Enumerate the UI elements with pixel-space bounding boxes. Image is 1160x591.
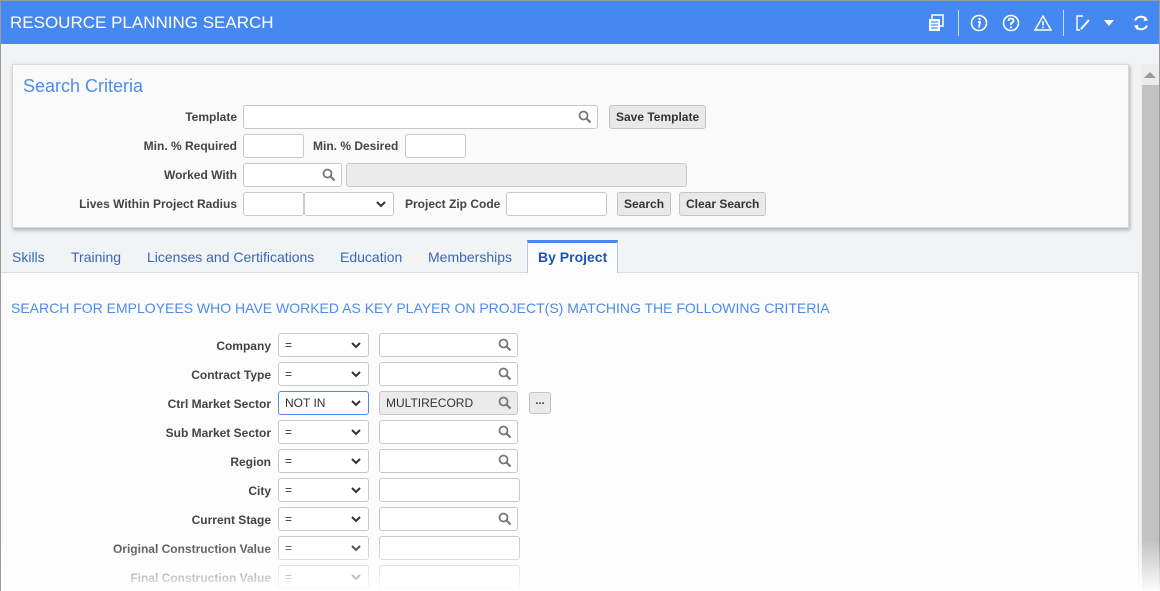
zip-code-label: Project Zip Code [405, 197, 501, 211]
final-construction-value-value-input[interactable] [379, 565, 520, 589]
min-desired-input[interactable] [405, 134, 466, 158]
by-project-panel: SEARCH FOR EMPLOYEES WHO HAVE WORKED AS … [1, 273, 1139, 591]
scroll-thumb[interactable] [1142, 85, 1159, 591]
tab-memberships[interactable]: Memberships [428, 249, 512, 265]
company-value-input[interactable] [379, 333, 518, 357]
dropdown-arrow-icon[interactable] [1099, 13, 1119, 33]
region-label: Region [230, 455, 271, 469]
contract-type-label: Contract Type [191, 368, 271, 382]
zip-code-input[interactable] [506, 192, 607, 216]
city-label: City [248, 484, 271, 498]
template-label: Template [185, 110, 237, 124]
radius-input[interactable] [243, 192, 304, 216]
chevron-down-icon [351, 371, 361, 378]
report-icon[interactable] [926, 13, 946, 33]
final-construction-value-operator-select[interactable]: = [278, 565, 369, 589]
original-construction-value-label: Original Construction Value [112, 542, 271, 556]
min-required-label: Min. % Required [143, 139, 237, 153]
toolbar-divider [958, 10, 959, 36]
edit-note-icon[interactable] [1073, 13, 1093, 33]
info-icon[interactable] [969, 13, 989, 33]
tab-training[interactable]: Training [71, 249, 121, 265]
worked-with-description [346, 163, 687, 187]
worked-with-label: Worked With [163, 168, 237, 182]
contract-type-value-input[interactable] [379, 362, 518, 386]
scroll-up-arrow-icon[interactable] [1144, 72, 1156, 78]
radius-unit-select[interactable] [304, 192, 394, 216]
tab-education[interactable]: Education [340, 249, 402, 265]
search-criteria-title: Search Criteria [23, 76, 144, 96]
vertical-scrollbar[interactable] [1141, 64, 1159, 591]
refresh-icon[interactable] [1131, 13, 1151, 33]
chevron-down-icon [351, 545, 361, 552]
search-icon[interactable] [498, 512, 512, 526]
chevron-down-icon [351, 458, 361, 465]
worked-with-input[interactable] [243, 163, 342, 187]
search-icon[interactable] [498, 338, 512, 352]
current-stage-value-input[interactable] [379, 507, 518, 531]
min-required-input[interactable] [243, 134, 304, 158]
region-value-input[interactable] [379, 449, 518, 473]
current-stage-label: Current Stage [191, 513, 271, 527]
sub-market-sector-operator-select[interactable]: = [278, 420, 369, 444]
chevron-down-icon [351, 574, 361, 581]
search-criteria-panel: Search Criteria Template Save Template M… [12, 64, 1129, 228]
ctrl-market-sector-operator-select[interactable]: NOT IN [278, 391, 369, 415]
search-icon[interactable] [498, 396, 512, 410]
search-button[interactable]: Search [617, 192, 672, 216]
final-construction-value-label: Final Construction Value [130, 571, 271, 585]
company-operator-select[interactable]: = [278, 333, 369, 357]
radius-label: Lives Within Project Radius [79, 197, 237, 211]
original-construction-value-operator-select[interactable]: = [278, 536, 369, 560]
save-template-button[interactable]: Save Template [609, 105, 707, 129]
search-icon[interactable] [498, 454, 512, 468]
template-input[interactable] [243, 105, 598, 129]
toolbar-divider [1063, 10, 1064, 36]
warning-icon[interactable] [1033, 13, 1053, 33]
search-icon[interactable] [498, 425, 512, 439]
chevron-down-icon [351, 516, 361, 523]
chevron-down-icon [351, 429, 361, 436]
region-operator-select[interactable]: = [278, 449, 369, 473]
original-construction-value-value-input[interactable] [379, 536, 520, 560]
sub-market-sector-value-input[interactable] [379, 420, 518, 444]
tab-bar: Skills Training Licenses and Certificati… [1, 240, 1139, 273]
ctrl-market-sector-label: Ctrl Market Sector [167, 397, 271, 411]
tab-licenses-and-certifications[interactable]: Licenses and Certifications [147, 249, 314, 265]
city-operator-select[interactable]: = [278, 478, 369, 502]
help-icon[interactable] [1001, 13, 1021, 33]
chevron-down-icon [351, 487, 361, 494]
city-value-input[interactable] [379, 478, 520, 502]
ctrl-market-sector-value-input[interactable]: MULTIRECORD [379, 391, 518, 415]
company-label: Company [216, 339, 271, 353]
chevron-down-icon [376, 201, 386, 208]
chevron-down-icon [351, 342, 361, 349]
current-stage-operator-select[interactable]: = [278, 507, 369, 531]
tab-by-project[interactable]: By Project [527, 240, 619, 273]
search-icon[interactable] [498, 367, 512, 381]
contract-type-operator-select[interactable]: = [278, 362, 369, 386]
min-desired-label: Min. % Desired [313, 139, 399, 153]
page-title: RESOURCE PLANNING SEARCH [10, 13, 274, 32]
tab-skills[interactable]: Skills [12, 249, 45, 265]
by-project-heading: SEARCH FOR EMPLOYEES WHO HAVE WORKED AS … [11, 300, 830, 316]
clear-search-button[interactable]: Clear Search [679, 192, 767, 216]
chevron-down-icon [351, 400, 361, 407]
sub-market-sector-label: Sub Market Sector [165, 426, 271, 440]
search-icon[interactable] [578, 110, 592, 124]
search-icon[interactable] [322, 168, 336, 182]
ctrl-market-sector-multirecord-button[interactable]: ... [529, 392, 551, 414]
title-bar: RESOURCE PLANNING SEARCH [1, 0, 1159, 44]
